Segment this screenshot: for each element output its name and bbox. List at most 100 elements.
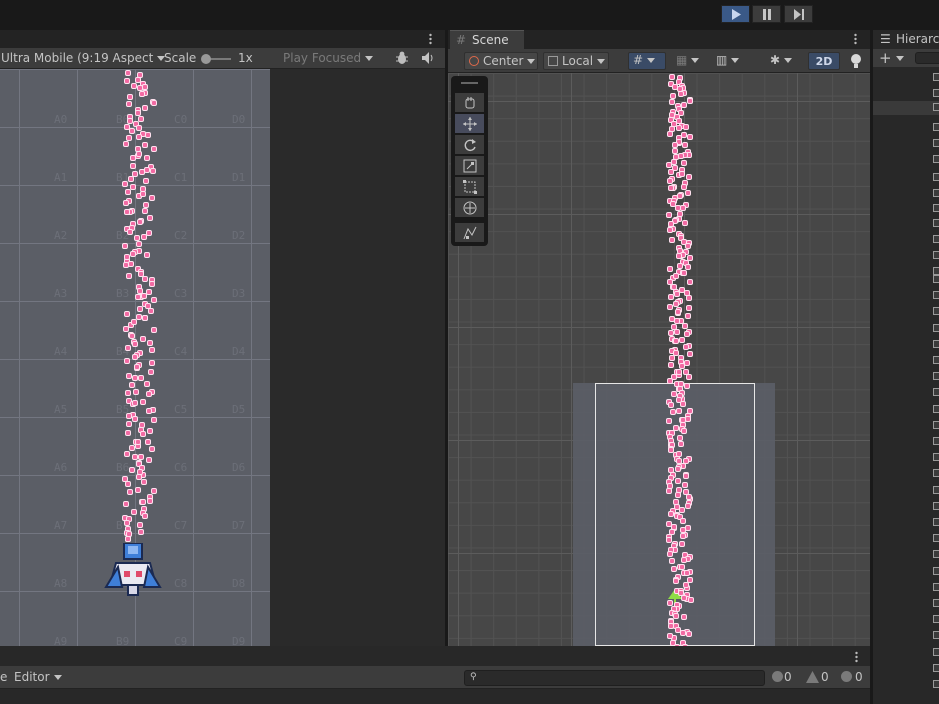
scene-view[interactable] — [448, 73, 870, 646]
rect-tool-button[interactable] — [455, 177, 484, 196]
tab-scene[interactable]: # Scene — [450, 30, 524, 49]
gameobject-icon[interactable] — [933, 204, 939, 212]
gameobject-icon[interactable] — [933, 518, 939, 526]
gameobject-icon[interactable] — [933, 453, 939, 462]
clear-button[interactable]: e — [0, 670, 7, 684]
gameobject-icon[interactable] — [933, 485, 939, 494]
gameobject-icon[interactable] — [933, 139, 939, 147]
more-options-icon[interactable] — [429, 33, 432, 45]
pause-button[interactable] — [752, 5, 781, 23]
gameobject-icon[interactable] — [933, 420, 939, 429]
gameobject-icon[interactable] — [933, 534, 939, 543]
bullet — [686, 631, 693, 638]
gameobject-icon[interactable] — [933, 291, 939, 300]
gameobject-icon[interactable] — [933, 372, 939, 381]
bullet — [124, 480, 131, 487]
info-icon[interactable] — [772, 671, 783, 682]
bullet — [146, 427, 153, 434]
console-tab-strip — [0, 646, 870, 666]
play-mode-dropdown[interactable]: Play Focused — [283, 51, 383, 65]
bug-icon[interactable] — [394, 50, 410, 66]
increment-snap-button[interactable]: ▦ — [674, 52, 708, 70]
gameobject-icon[interactable] — [933, 251, 939, 259]
gameobject-icon[interactable] — [933, 267, 939, 275]
console-search-input[interactable]: ⚲ — [464, 670, 765, 686]
warning-icon[interactable] — [806, 671, 819, 683]
gameobject-icon[interactable] — [933, 103, 939, 111]
gameobject-icon[interactable] — [933, 388, 939, 397]
gameobject-icon[interactable] — [933, 680, 939, 688]
bullet — [123, 141, 130, 148]
gameobject-icon[interactable] — [933, 615, 939, 624]
bullet — [675, 125, 682, 132]
bullet — [677, 262, 684, 269]
move-tool-button[interactable] — [455, 114, 484, 133]
scale-tool-button[interactable] — [455, 156, 484, 175]
aspect-dropdown[interactable]: Ultra Mobile (9:19 Aspect — [1, 51, 165, 65]
transform-icon — [463, 201, 476, 214]
game-view[interactable]: A0 B0 C0 D0 A1 B1 C1 D1 A2 B2 C2 D2 A3 B3 C3 D3 A4 B4 C4 D4… — [0, 69, 445, 646]
gameobject-icon[interactable] — [933, 155, 939, 163]
bullet — [131, 354, 138, 361]
pivot-dropdown[interactable]: Center — [464, 52, 538, 70]
bullet — [141, 293, 148, 300]
lighting-toggle[interactable] — [848, 52, 868, 70]
gameobject-icon[interactable] — [933, 275, 939, 283]
bullet — [126, 229, 133, 235]
custom-tool-icon — [463, 226, 476, 239]
rotate-tool-button[interactable] — [455, 135, 484, 154]
gizmos-button[interactable]: ✱ — [768, 52, 802, 70]
gameobject-icon[interactable] — [933, 323, 939, 332]
bullet — [669, 409, 676, 415]
gameobject-icon[interactable] — [933, 437, 939, 445]
custom-tool-button[interactable] — [455, 223, 484, 242]
add-object-button[interactable]: + — [879, 49, 904, 67]
hand-tool-button[interactable] — [455, 93, 484, 112]
gameobject-icon[interactable] — [933, 356, 939, 364]
tool-palette — [451, 76, 488, 246]
palette-drag-handle[interactable] — [461, 82, 478, 84]
bullet — [674, 309, 681, 316]
gameobject-icon[interactable] — [933, 123, 939, 131]
space-dropdown[interactable]: Local — [543, 52, 609, 70]
gameobject-icon[interactable] — [933, 631, 939, 640]
more-options-icon[interactable] — [855, 651, 858, 663]
player-ship — [104, 543, 162, 596]
error-icon[interactable] — [841, 671, 852, 682]
scale-slider-handle[interactable] — [201, 54, 211, 64]
audio-icon[interactable] — [420, 50, 436, 66]
gameobject-icon[interactable] — [933, 566, 939, 575]
gameobject-icon[interactable] — [933, 219, 939, 227]
gameobject-icon[interactable] — [933, 73, 939, 81]
bullet — [685, 263, 692, 270]
play-button[interactable] — [721, 5, 750, 23]
gameobject-icon[interactable] — [933, 339, 939, 348]
mode-2d-toggle[interactable]: 2D — [808, 52, 840, 70]
bullet — [143, 381, 150, 388]
gizmo-grid-button[interactable]: ▥ — [714, 52, 748, 70]
gameobject-icon[interactable] — [933, 404, 939, 413]
bullet — [678, 90, 685, 97]
gameobject-icon[interactable] — [933, 550, 939, 559]
gameobject-icon[interactable] — [933, 189, 939, 197]
gameobject-icon[interactable] — [933, 89, 939, 97]
gameobject-icon[interactable] — [933, 173, 939, 181]
gameobject-icon[interactable] — [933, 599, 939, 607]
gameobject-icon[interactable] — [933, 469, 939, 478]
transform-tool-button[interactable] — [455, 198, 484, 217]
gameobject-icon[interactable] — [933, 582, 939, 591]
editor-dropdown[interactable]: Editor — [14, 670, 62, 684]
gameobject-icon[interactable] — [933, 307, 939, 316]
bullet — [125, 372, 132, 379]
hierarchy-tab[interactable]: ☰ Hierarc — [873, 30, 939, 49]
snap-grid-button[interactable]: # — [628, 52, 666, 70]
hierarchy-selected-row[interactable] — [873, 101, 939, 115]
hierarchy-search-input[interactable] — [915, 52, 939, 64]
more-options-icon[interactable] — [854, 33, 857, 45]
gameobject-icon[interactable] — [933, 663, 939, 672]
gameobject-icon[interactable] — [933, 647, 939, 656]
step-button[interactable] — [784, 5, 813, 23]
gameobject-icon[interactable] — [933, 235, 939, 243]
scale-slider[interactable] — [201, 54, 231, 64]
gameobject-icon[interactable] — [933, 501, 939, 510]
